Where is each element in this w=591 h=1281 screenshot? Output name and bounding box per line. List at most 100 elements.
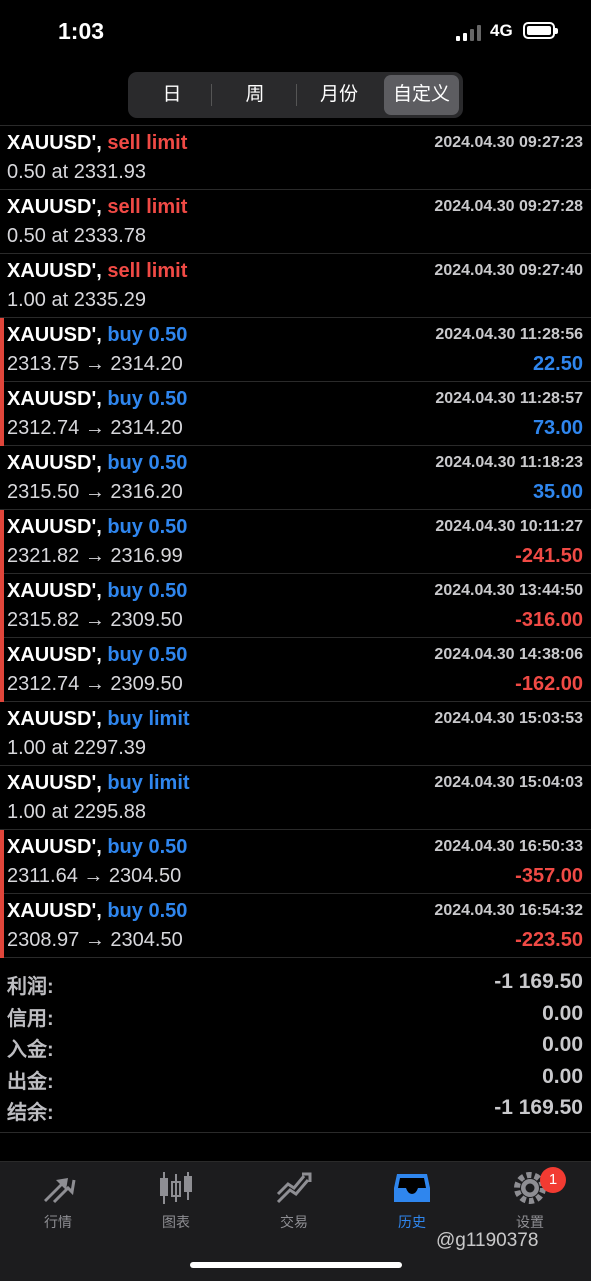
order-profit: -162.00 [515, 673, 583, 695]
history-row[interactable]: XAUUSD', sell limit 2024.04.30 09:27:40 1.… [0, 254, 591, 318]
tabbar-charts[interactable]: 图表 [126, 1170, 226, 1240]
order-symbol: XAUUSD', [7, 388, 102, 410]
history-row[interactable]: XAUUSD', buy 0.50 2024.04.30 11:28:57 2312… [0, 382, 591, 446]
signal-strength-icon [456, 25, 482, 41]
order-type: buy 0.50 [107, 452, 188, 474]
order-detail: 2308.97 → 2304.50 [7, 929, 183, 951]
history-row[interactable]: XAUUSD', buy 0.50 2024.04.30 11:28:56 2313… [0, 318, 591, 382]
history-list: XAUUSD', sell limit 2024.04.30 09:27:23 0.… [0, 125, 591, 958]
order-date: 2024.04.30 09:27:40 [434, 262, 583, 279]
order-detail: 0.50 at 2331.93 [7, 161, 147, 183]
period-segmented-control: 日 周 月份 自定义 [128, 72, 463, 118]
loss-marker [0, 510, 4, 574]
order-type: buy limit [107, 708, 190, 730]
summary-label: 信用: [7, 1007, 54, 1030]
order-type: buy 0.50 [107, 388, 188, 410]
order-detail: 0.50 at 2333.78 [7, 225, 147, 247]
tabbar-label: 设置 [516, 1214, 544, 1230]
order-date: 2024.04.30 11:28:56 [435, 326, 583, 343]
order-date: 2024.04.30 10:11:27 [435, 518, 583, 535]
order-type: buy 0.50 [107, 900, 188, 922]
loss-marker [0, 574, 4, 638]
home-indicator[interactable] [190, 1262, 402, 1268]
tabbar-trade[interactable]: 交易 [244, 1170, 344, 1240]
order-date: 2024.04.30 15:04:03 [434, 774, 583, 791]
history-row[interactable]: XAUUSD', buy 0.50 2024.04.30 14:38:06 2312… [0, 638, 591, 702]
order-type: buy 0.50 [107, 580, 188, 602]
order-type: buy 0.50 [107, 324, 188, 346]
order-type: sell limit [107, 260, 188, 282]
summary-section: 利润: -1 169.50 信用: 0.00 入金: 0.00 出金: 0.00 结余: -1 1… [0, 968, 591, 1126]
history-row[interactable]: XAUUSD', buy 0.50 2024.04.30 10:11:27 2321… [0, 510, 591, 574]
loss-marker [0, 318, 4, 382]
watermark: @g1190378 [436, 1230, 539, 1251]
summary-label: 结余: [7, 1102, 54, 1124]
tabbar-label: 交易 [280, 1214, 308, 1230]
summary-label: 入金: [7, 1039, 54, 1061]
summary-row: 出金: 0.00 [0, 1063, 591, 1095]
order-symbol: XAUUSD', [7, 708, 102, 730]
tab-week[interactable]: 周 [214, 75, 296, 115]
order-symbol-line: XAUUSD', buy 0.50 [7, 644, 187, 667]
order-type: sell limit [107, 196, 188, 218]
status-bar: 1:03 4G [0, 0, 591, 64]
summary-value: 0.00 [542, 1064, 583, 1088]
order-date: 2024.04.30 15:03:53 [434, 710, 583, 727]
divider [0, 1132, 591, 1133]
history-row[interactable]: XAUUSD', buy 0.50 2024.04.30 11:18:23 2315… [0, 446, 591, 510]
summary-row: 结余: -1 169.50 [0, 1094, 591, 1126]
order-date: 2024.04.30 09:27:28 [434, 198, 583, 215]
history-row[interactable]: XAUUSD', sell limit 2024.04.30 09:27:28 0.… [0, 190, 591, 254]
order-symbol: XAUUSD', [7, 772, 102, 794]
order-date: 2024.04.30 11:28:57 [435, 390, 583, 407]
order-detail: 2312.74 → 2314.20 [7, 417, 183, 439]
segment-divider [211, 84, 212, 106]
order-symbol-line: XAUUSD', buy 0.50 [7, 452, 187, 475]
order-date: 2024.04.30 16:54:32 [434, 902, 583, 919]
history-row[interactable]: XAUUSD', buy 0.50 2024.04.30 16:54:32 2308… [0, 894, 591, 958]
tabbar-quotes[interactable]: 行情 [8, 1170, 108, 1240]
order-type: buy limit [107, 772, 190, 794]
order-symbol-line: XAUUSD', sell limit [7, 132, 187, 155]
history-row[interactable]: XAUUSD', buy 0.50 2024.04.30 16:50:33 2311… [0, 830, 591, 894]
order-date: 2024.04.30 13:44:50 [434, 582, 583, 599]
tab-custom[interactable]: 自定义 [384, 75, 459, 115]
battery-icon [523, 22, 558, 39]
order-symbol-line: XAUUSD', sell limit [7, 196, 187, 219]
order-symbol-line: XAUUSD', buy limit [7, 772, 190, 795]
order-symbol: XAUUSD', [7, 260, 102, 282]
history-row[interactable]: XAUUSD', buy limit 2024.04.30 15:03:53 1.0… [0, 702, 591, 766]
candlestick-chart-icon [160, 1172, 192, 1204]
status-time: 1:03 [58, 18, 105, 44]
summary-row: 利润: -1 169.50 [0, 968, 591, 1000]
order-symbol-line: XAUUSD', buy limit [7, 708, 190, 731]
order-symbol: XAUUSD', [7, 900, 102, 922]
order-detail: 2315.82 → 2309.50 [7, 609, 183, 631]
order-type: buy 0.50 [107, 644, 188, 666]
order-symbol: XAUUSD', [7, 452, 102, 474]
tab-day[interactable]: 日 [132, 75, 212, 115]
order-detail: 1.00 at 2335.29 [7, 289, 147, 311]
history-inbox-icon [394, 1174, 430, 1202]
order-symbol: XAUUSD', [7, 836, 102, 858]
tab-month[interactable]: 月份 [298, 75, 380, 115]
segment-divider [296, 84, 297, 106]
history-row[interactable]: XAUUSD', buy 0.50 2024.04.30 13:44:50 2315… [0, 574, 591, 638]
summary-row: 信用: 0.00 [0, 1000, 591, 1032]
order-profit: -241.50 [515, 545, 583, 567]
history-row[interactable]: XAUUSD', buy limit 2024.04.30 15:04:03 1.0… [0, 766, 591, 830]
history-row[interactable]: XAUUSD', sell limit 2024.04.30 09:27:23 0.… [0, 126, 591, 190]
summary-value: -1 169.50 [494, 1096, 583, 1119]
loss-marker [0, 638, 4, 702]
tabbar-label: 行情 [44, 1214, 72, 1230]
loss-marker [0, 382, 4, 446]
order-detail: 2313.75 → 2314.20 [7, 353, 183, 375]
order-symbol-line: XAUUSD', buy 0.50 [7, 836, 187, 859]
quotes-arrows-icon [44, 1178, 76, 1204]
order-type: buy 0.50 [107, 516, 188, 538]
tabbar-label: 历史 [398, 1214, 426, 1230]
summary-value: -1 169.50 [494, 970, 583, 993]
order-detail: 2315.50 → 2316.20 [7, 481, 183, 503]
order-symbol: XAUUSD', [7, 644, 102, 666]
order-profit: -316.00 [515, 609, 583, 631]
